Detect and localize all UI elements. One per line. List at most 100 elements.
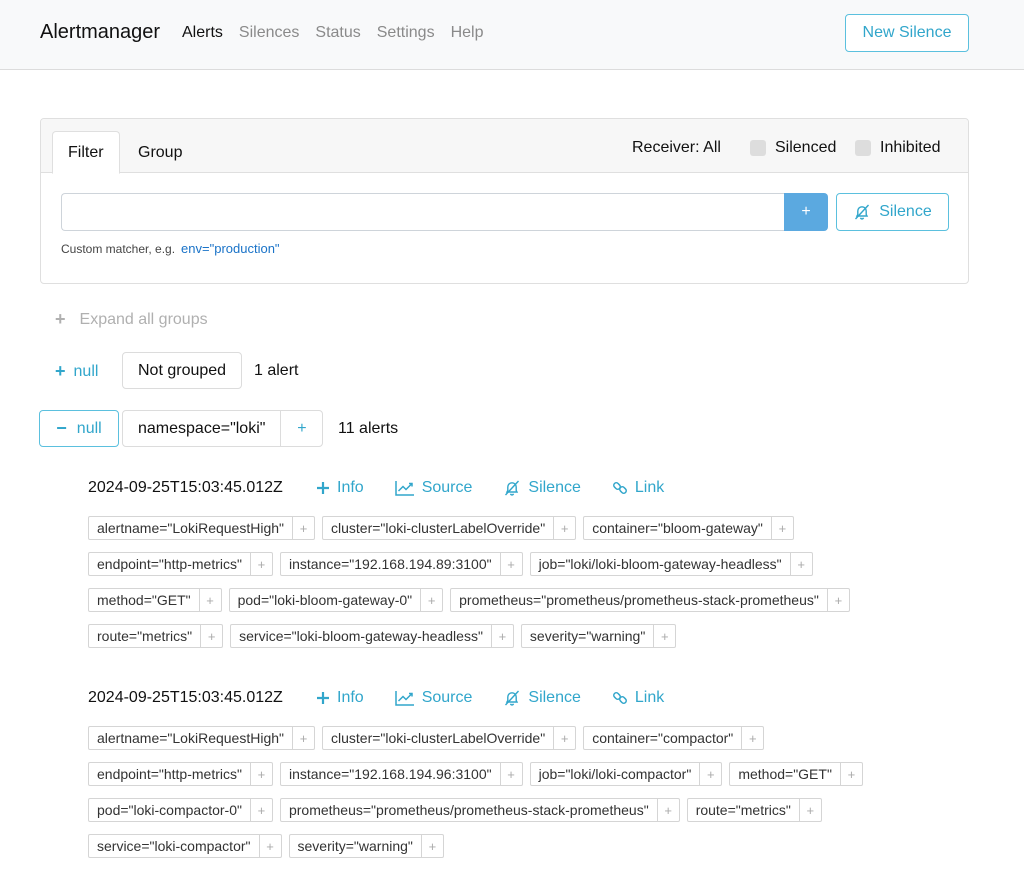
group-expand-toggle[interactable]: + null <box>55 361 98 382</box>
add-label-filter-button[interactable]: + <box>553 727 575 749</box>
add-label-filter-button[interactable]: + <box>249 553 272 575</box>
alert-label-chip: endpoint="http-metrics" + <box>88 762 273 786</box>
alert-label-text[interactable]: container="compactor" <box>584 727 741 749</box>
alert-label-text[interactable]: severity="warning" <box>290 835 421 857</box>
info-button[interactable]: Info <box>316 689 364 707</box>
minus-icon: − <box>56 418 67 438</box>
alert-label-chip: job="loki/loki-compactor" + <box>529 762 723 786</box>
alert-label-chip: service="loki-bloom-gateway-headless" + <box>230 624 514 648</box>
silence-alert-button[interactable]: Silence <box>503 479 581 497</box>
alert-label-text[interactable]: prometheus="prometheus/prometheus-stack-… <box>451 589 827 611</box>
group-alert-count: 1 alert <box>254 362 299 379</box>
alert-label-text[interactable]: pod="loki-compactor-0" <box>89 799 250 821</box>
alert-label-chip: container="bloom-gateway" + <box>583 516 794 540</box>
alert-label-chip: cluster="loki-clusterLabelOverride" + <box>322 516 577 540</box>
checkbox-box[interactable] <box>750 140 766 156</box>
alert-label-chip: prometheus="prometheus/prometheus-stack-… <box>450 588 850 612</box>
add-label-filter-button[interactable]: + <box>699 763 721 785</box>
add-label-filter-button[interactable]: + <box>258 835 281 857</box>
source-button[interactable]: Source <box>394 479 472 497</box>
add-label-filter-button[interactable]: + <box>798 799 821 821</box>
alert-label-text[interactable]: cluster="loki-clusterLabelOverride" <box>323 517 553 539</box>
new-silence-button[interactable]: New Silence <box>845 14 969 52</box>
source-button[interactable]: Source <box>394 689 472 707</box>
alert-label-text[interactable]: pod="loki-bloom-gateway-0" <box>230 589 421 611</box>
alert-label-text[interactable]: alertname="LokiRequestHigh" <box>89 517 292 539</box>
add-label-filter-button[interactable]: + <box>249 763 272 785</box>
alert-header: 2024-09-25T15:03:45.012Z Info Source Sil… <box>88 687 988 709</box>
silence-alert-label: Silence <box>528 689 581 706</box>
nav-settings[interactable]: Settings <box>377 24 435 42</box>
alert-label-text[interactable]: service="loki-compactor" <box>89 835 259 857</box>
group-collapse-toggle[interactable]: − null <box>39 410 119 447</box>
add-label-filter-button[interactable]: + <box>420 589 442 611</box>
receiver-selector[interactable]: Receiver: All <box>632 139 721 157</box>
add-label-filter-button[interactable]: + <box>499 553 522 575</box>
alert-item: 2024-09-25T15:03:45.012Z Info Source Sil… <box>88 687 988 858</box>
inhibited-checkbox[interactable]: Inhibited <box>855 139 941 157</box>
silence-filter-button[interactable]: Silence <box>836 193 949 231</box>
link-icon <box>612 692 627 704</box>
group-label-text: namespace="loki" <box>138 419 266 437</box>
add-label-filter-button[interactable]: + <box>292 517 314 539</box>
silence-filter-label: Silence <box>879 203 932 220</box>
add-label-filter-button[interactable]: + <box>249 799 272 821</box>
add-label-filter-button[interactable]: + <box>553 517 575 539</box>
silenced-checkbox[interactable]: Silenced <box>750 139 836 157</box>
silence-alert-button[interactable]: Silence <box>503 689 581 707</box>
silence-alert-label: Silence <box>528 479 581 496</box>
alert-label-text[interactable]: job="loki/loki-bloom-gateway-headless" <box>531 553 790 575</box>
hint-example[interactable]: env="production" <box>181 241 280 256</box>
alert-label-text[interactable]: container="bloom-gateway" <box>584 517 771 539</box>
alert-label-text[interactable]: instance="192.168.194.89:3100" <box>281 553 500 575</box>
add-label-filter-button[interactable]: + <box>200 625 222 647</box>
alert-label-text[interactable]: service="loki-bloom-gateway-headless" <box>231 625 491 647</box>
link-button[interactable]: Link <box>612 689 664 707</box>
add-label-filter-button[interactable]: + <box>490 625 513 647</box>
alert-label-text[interactable]: cluster="loki-clusterLabelOverride" <box>323 727 553 749</box>
alert-label-text[interactable]: instance="192.168.194.96:3100" <box>281 763 500 785</box>
add-label-filter-button[interactable]: + <box>653 625 675 647</box>
alert-label-text[interactable]: method="GET" <box>89 589 199 611</box>
alert-label-text[interactable]: job="loki/loki-compactor" <box>531 763 700 785</box>
silenced-label: Silenced <box>775 139 837 156</box>
expand-all-label: Expand all groups <box>79 310 208 328</box>
add-label-filter-button[interactable]: + <box>198 589 221 611</box>
alert-label-text[interactable]: endpoint="http-metrics" <box>89 763 250 785</box>
alert-label-text[interactable]: severity="warning" <box>522 625 653 647</box>
brand[interactable]: Alertmanager <box>40 21 160 44</box>
expand-all-groups[interactable]: + Expand all groups <box>55 309 208 330</box>
add-label-filter-button[interactable]: + <box>499 763 522 785</box>
nav-help[interactable]: Help <box>451 24 484 42</box>
alert-label-text[interactable]: endpoint="http-metrics" <box>89 553 250 575</box>
link-button[interactable]: Link <box>612 479 664 497</box>
filter-input[interactable] <box>61 193 784 231</box>
alert-label-chip: alertname="LokiRequestHigh" + <box>88 516 315 540</box>
add-label-filter-button[interactable]: + <box>292 727 314 749</box>
tab-group[interactable]: Group <box>123 131 197 174</box>
add-label-filter-button[interactable]: + <box>770 517 793 539</box>
alert-label-text[interactable]: route="metrics" <box>89 625 200 647</box>
group-label-add-button[interactable]: + <box>280 411 322 446</box>
filter-card: Filter Group Receiver: All Silenced Inhi… <box>40 118 969 284</box>
add-label-filter-button[interactable]: + <box>826 589 849 611</box>
info-label: Info <box>337 689 364 706</box>
add-label-filter-button[interactable]: + <box>789 553 812 575</box>
add-label-filter-button[interactable]: + <box>741 727 763 749</box>
add-label-filter-button[interactable]: + <box>839 763 862 785</box>
alert-label-text[interactable]: prometheus="prometheus/prometheus-stack-… <box>281 799 657 821</box>
add-label-filter-button[interactable]: + <box>656 799 679 821</box>
bell-slash-icon <box>505 480 520 496</box>
nav-silences[interactable]: Silences <box>239 24 299 42</box>
nav-status[interactable]: Status <box>315 24 360 42</box>
info-button[interactable]: Info <box>316 479 364 497</box>
add-matcher-button[interactable]: + <box>784 193 828 231</box>
tab-filter[interactable]: Filter <box>52 131 120 174</box>
link-label: Link <box>634 689 665 706</box>
add-label-filter-button[interactable]: + <box>420 835 443 857</box>
checkbox-box[interactable] <box>855 140 871 156</box>
alert-label-text[interactable]: alertname="LokiRequestHigh" <box>89 727 292 749</box>
nav-alerts[interactable]: Alerts <box>182 24 223 42</box>
alert-label-text[interactable]: method="GET" <box>730 763 840 785</box>
alert-label-text[interactable]: route="metrics" <box>688 799 799 821</box>
